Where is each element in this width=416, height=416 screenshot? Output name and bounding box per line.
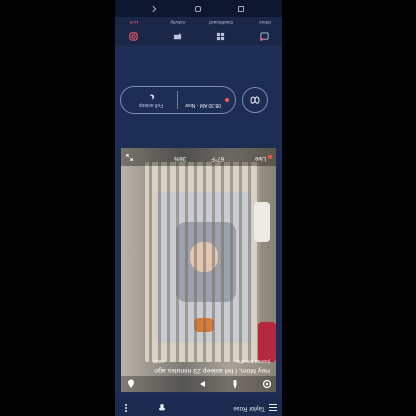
sleep-message: Hey Mom, I fell asleep 23 minutes ago <box>154 367 270 374</box>
status-divider <box>177 91 178 109</box>
sleep-time-range: 08:30 AM - Now <box>185 102 221 108</box>
camera-icon <box>129 32 139 41</box>
menu-icon[interactable] <box>269 404 277 411</box>
sleep-message-time: 23 minutes ago <box>154 367 201 374</box>
bottom-nav: Inbox Dashboard Activity Live <box>115 17 282 45</box>
system-nav-bar <box>115 0 282 17</box>
more-vertical-icon[interactable] <box>124 403 127 412</box>
breathing-icon <box>250 96 260 104</box>
inbox-icon <box>260 32 270 41</box>
nav-activity-label: Activity <box>170 19 186 24</box>
fullscreen-icon[interactable] <box>126 154 133 161</box>
back-icon[interactable] <box>150 5 158 13</box>
header-bar: Taylor Rose <box>115 398 282 416</box>
nav-live[interactable]: Live <box>118 19 150 42</box>
nav-dashboard[interactable]: Dashboard <box>205 19 237 42</box>
sleep-state-label: Fell asleep <box>138 102 163 108</box>
message-subtext: journal-breathe <box>236 358 270 364</box>
brand-tag: nanit <box>153 358 164 364</box>
shirt-icon[interactable] <box>158 403 166 412</box>
bottle-icon[interactable] <box>230 379 240 389</box>
play-icon[interactable] <box>198 379 208 389</box>
status-dot-icon <box>225 98 229 102</box>
nav-activity[interactable]: Activity <box>162 19 194 42</box>
nav-inbox[interactable]: Inbox <box>249 19 281 42</box>
sleep-message-text: Hey Mom, I fell asleep <box>200 367 270 374</box>
humidity-readout: 36% <box>173 155 186 161</box>
video-red-pillow <box>258 322 276 362</box>
drop-icon[interactable] <box>126 379 136 389</box>
moon-icon <box>149 94 155 100</box>
video-white-cloth <box>254 202 270 242</box>
sleep-status-card[interactable]: 08:30 AM - Now Fell asleep <box>120 86 236 114</box>
phone-screen: Taylor Rose Live 67°F 36% Hey Mom, I fel… <box>115 0 282 416</box>
video-crib-rails <box>145 162 260 362</box>
live-video-feed[interactable]: Live 67°F 36% Hey Mom, I fell asleep 23 … <box>121 148 276 392</box>
video-top-bar <box>121 376 276 392</box>
breathing-monitor-button[interactable] <box>242 87 268 113</box>
nav-live-label: Live <box>129 19 139 24</box>
nav-dashboard-label: Dashboard <box>209 19 233 24</box>
app-screen-rotated: Taylor Rose Live 67°F 36% Hey Mom, I fel… <box>115 0 282 416</box>
recents-icon[interactable] <box>237 5 245 13</box>
video-info-bar: Live 67°F 36% <box>121 148 276 166</box>
chat-icon <box>174 32 182 40</box>
nav-inbox-label: Inbox <box>259 19 271 24</box>
baby-name[interactable]: Taylor Rose <box>233 405 265 411</box>
temperature-readout: 67°F <box>211 155 224 161</box>
camera-settings-icon[interactable] <box>262 379 272 389</box>
home-icon[interactable] <box>194 5 202 13</box>
grid-icon <box>217 32 225 41</box>
live-indicator-icon <box>268 155 272 159</box>
live-label: Live <box>254 155 266 161</box>
